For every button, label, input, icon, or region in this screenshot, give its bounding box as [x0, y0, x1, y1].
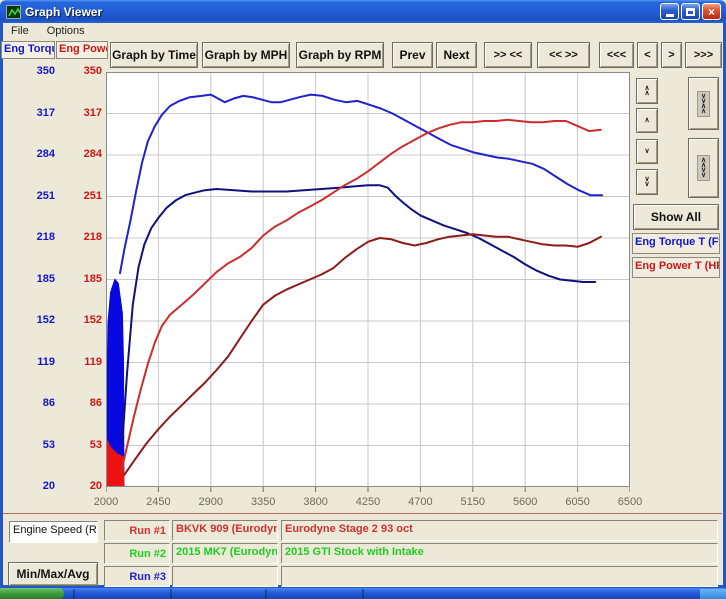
run1-label: Run #1 — [104, 520, 170, 541]
y-tick-label-power: 218 — [60, 231, 102, 243]
y-tick-label-torque: 350 — [8, 65, 55, 77]
menu-bar: File Options — [3, 23, 723, 40]
chart-plot-area[interactable] — [106, 72, 630, 498]
taskbar-task-segment[interactable] — [700, 589, 726, 599]
window-title: Graph Viewer — [25, 5, 102, 19]
taskbar[interactable] — [0, 588, 726, 599]
scroll-down-button[interactable]: ∨ — [636, 139, 658, 164]
minimize-button[interactable] — [660, 3, 679, 20]
y-tick-label-torque: 86 — [8, 397, 55, 409]
x-tick-label: 3800 — [296, 496, 336, 508]
next-button[interactable]: Next — [436, 42, 477, 68]
y-tick-label-power: 251 — [60, 190, 102, 202]
y-tick-label-torque: 218 — [8, 231, 55, 243]
y-tick-label-torque: 119 — [8, 356, 55, 368]
y-tick-label-torque: 53 — [8, 439, 55, 451]
prev-button[interactable]: Prev — [392, 42, 433, 68]
run2-file-field[interactable]: 2015 MK7 (Eurodyne, E — [172, 543, 278, 564]
close-button[interactable]: × — [702, 3, 721, 20]
chevron-down-icon: ∨ — [644, 149, 649, 154]
close-icon: × — [708, 5, 715, 19]
zoom-out-vertical-button[interactable]: ∧ ∧ ∨ ∨ — [688, 138, 719, 198]
scroll-left-button[interactable]: < — [637, 42, 658, 68]
y-tick-label-power: 152 — [60, 314, 102, 326]
scroll-up-button[interactable]: ∧ — [636, 108, 658, 133]
x-tick-label: 5600 — [505, 496, 545, 508]
maximize-icon — [686, 8, 695, 16]
run3-desc-field[interactable] — [281, 566, 718, 587]
run1-file-field[interactable]: BKVK 909 (Eurodyne, E — [172, 520, 278, 541]
y-tick-label-power: 20 — [60, 480, 102, 492]
x-tick-label: 4700 — [400, 496, 440, 508]
scroll-far-right-button[interactable]: >>> — [685, 42, 722, 68]
x-tick-label: 3350 — [243, 496, 283, 508]
y-tick-label-torque: 317 — [8, 107, 55, 119]
y-tick-label-torque: 152 — [8, 314, 55, 326]
run2-desc-field[interactable]: 2015 GTI Stock with Intake — [281, 543, 718, 564]
x-tick-label: 6500 — [610, 496, 650, 508]
legend-torque[interactable]: Eng Torque T (Ft-L — [632, 233, 720, 254]
run1-desc-field[interactable]: Eurodyne Stage 2 93 oct — [281, 520, 718, 541]
scroll-up-fast-button[interactable]: ∧ ∧ — [636, 78, 658, 104]
y-tick-label-power: 53 — [60, 439, 102, 451]
legend-power[interactable]: Eng Power T (HP) — [632, 257, 720, 278]
taskbar-divider — [170, 589, 172, 599]
y-tick-label-power: 185 — [60, 273, 102, 285]
y-tick-label-torque: 20 — [8, 480, 55, 492]
eng-power-axis-header[interactable]: Eng Powe — [56, 41, 108, 59]
run3-file-field[interactable] — [172, 566, 278, 587]
app-icon — [6, 5, 21, 19]
min-max-avg-button[interactable]: Min/Max/Avg — [8, 562, 98, 586]
run3-label: Run #3 — [104, 566, 170, 587]
x-tick-label: 5150 — [453, 496, 493, 508]
title-bar[interactable]: Graph Viewer × — [0, 0, 726, 23]
minimize-icon — [666, 14, 674, 17]
double-chevron-up-icon: ∧ ∧ — [644, 86, 649, 96]
zoom-in-vertical-button[interactable]: ∨ ∨ ∧ ∧ — [688, 77, 719, 130]
collapse-vertical-icon: ∨ ∨ ∧ ∧ — [697, 91, 710, 117]
scroll-far-left-button[interactable]: <<< — [599, 42, 634, 68]
y-tick-label-torque: 185 — [8, 273, 55, 285]
y-tick-label-power: 119 — [60, 356, 102, 368]
x-tick-label: 4250 — [348, 496, 388, 508]
chevron-up-icon: ∧ — [644, 118, 649, 123]
dyno-chart — [106, 72, 630, 493]
graph-viewer-window: Graph Viewer × File Options Eng Torqu En… — [0, 0, 726, 599]
x-axis-channel-field[interactable]: Engine Speed (RPI — [9, 521, 98, 543]
scroll-down-fast-button[interactable]: ∨ ∨ — [636, 169, 658, 195]
graph-by-mph-button[interactable]: Graph by MPH — [202, 42, 290, 68]
zoom-in-horizontal-button[interactable]: >> << — [484, 42, 532, 68]
menu-options[interactable]: Options — [45, 24, 87, 39]
y-tick-label-power: 317 — [60, 107, 102, 119]
x-tick-label: 2900 — [191, 496, 231, 508]
panel-divider — [2, 513, 722, 514]
taskbar-divider — [362, 589, 364, 599]
zoom-out-horizontal-button[interactable]: << >> — [537, 42, 590, 68]
run2-label: Run #2 — [104, 543, 170, 564]
x-tick-label: 6050 — [558, 496, 598, 508]
scroll-right-button[interactable]: > — [661, 42, 682, 68]
x-tick-label: 2450 — [138, 496, 178, 508]
taskbar-divider — [73, 589, 75, 599]
graph-by-rpm-button[interactable]: Graph by RPM — [296, 42, 384, 68]
menu-file[interactable]: File — [9, 24, 31, 39]
show-all-button[interactable]: Show All — [633, 204, 719, 230]
y-tick-label-power: 284 — [60, 148, 102, 160]
maximize-button[interactable] — [681, 3, 700, 20]
start-button[interactable] — [0, 588, 64, 599]
y-tick-label-torque: 284 — [8, 148, 55, 160]
double-chevron-down-icon: ∨ ∨ — [644, 177, 649, 187]
expand-vertical-icon: ∧ ∧ ∨ ∨ — [697, 155, 710, 181]
x-tick-label: 2000 — [86, 496, 126, 508]
y-tick-label-power: 350 — [60, 65, 102, 77]
eng-torque-axis-header[interactable]: Eng Torqu — [1, 41, 55, 59]
taskbar-divider — [265, 589, 267, 599]
y-tick-label-power: 86 — [60, 397, 102, 409]
graph-by-time-button[interactable]: Graph by Time — [110, 42, 198, 68]
y-tick-label-torque: 251 — [8, 190, 55, 202]
